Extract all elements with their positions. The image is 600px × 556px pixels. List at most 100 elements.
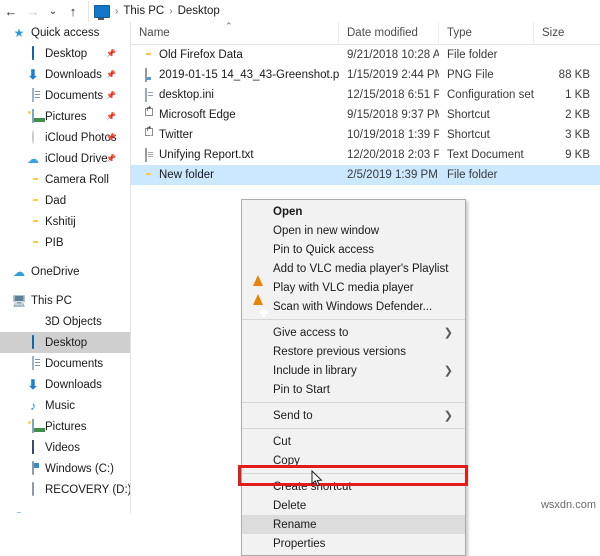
icon-wrap <box>139 105 153 122</box>
file-date-cell: 9/21/2018 10:28 A... <box>347 49 439 61</box>
sidebar-item-icloud-drive[interactable]: ☁ iCloud Drive 📌 <box>0 148 130 169</box>
column-header-type[interactable]: Type <box>439 22 534 44</box>
sidebar-item-videos[interactable]: Videos <box>0 437 130 458</box>
file-type-cell: File folder <box>447 49 498 61</box>
nav-group-spacer <box>0 500 130 508</box>
menu-item-copy[interactable]: Copy <box>242 451 465 470</box>
table-row[interactable]: New folder 2/5/2019 1:39 PM File folder <box>131 165 600 185</box>
vlc-cone-icon <box>252 262 263 286</box>
breadcrumb[interactable]: › This PC › Desktop <box>88 0 600 22</box>
chevron-right-icon: ❯ <box>443 365 453 377</box>
menu-item-rename[interactable]: Rename <box>242 515 465 534</box>
vlc-cone-icon <box>252 281 263 305</box>
sidebar-item-downloads[interactable]: ⬇ Downloads <box>0 374 130 395</box>
file-size-cell <box>534 165 594 185</box>
column-header-date-modified[interactable]: Date modified <box>339 22 439 44</box>
menu-item-create-shortcut[interactable]: Create shortcut <box>242 477 465 496</box>
documents-icon <box>32 88 34 102</box>
file-name-label: 2019-01-15 14_43_43-Greenshot.png <box>159 69 339 81</box>
file-size-cell: 1 KB <box>565 89 590 101</box>
sidebar-item-pictures[interactable]: Pictures 📌 <box>0 106 130 127</box>
sidebar-item-pib[interactable]: PIB <box>0 232 130 253</box>
sidebar-item-documents[interactable]: Documents <box>0 353 130 374</box>
file-name-cell: desktop.ini <box>131 85 339 105</box>
sidebar-item-desktop[interactable]: Desktop <box>0 332 130 353</box>
pin-icon[interactable]: 📌 <box>106 112 116 121</box>
sidebar-item-dad[interactable]: Dad <box>0 190 130 211</box>
pin-icon[interactable]: 📌 <box>106 154 116 163</box>
icon-wrap <box>26 173 40 187</box>
table-row[interactable]: Twitter 10/19/2018 1:39 PM Shortcut 3 KB <box>131 125 600 145</box>
column-header-name[interactable]: Name ⌃ <box>131 22 339 44</box>
pin-icon[interactable]: 📌 <box>106 70 116 79</box>
breadcrumb-item-desktop[interactable]: Desktop <box>176 5 222 17</box>
up-arrow-icon[interactable]: ↑ <box>62 1 84 21</box>
file-name-label: Microsoft Edge <box>159 109 236 121</box>
desktop-icon <box>32 335 34 349</box>
sidebar-item-label: iCloud Drive <box>45 152 108 165</box>
navigation-pane[interactable]: ★ Quick access Desktop 📌 ⬇ Downloads 📌 Document… <box>0 22 131 513</box>
menu-item-delete[interactable]: Delete <box>242 496 465 515</box>
menu-item-label: Give access to <box>273 326 349 339</box>
menu-item-pin-to-quick-access[interactable]: Pin to Quick access <box>242 240 465 259</box>
chevron-down-icon[interactable]: ⌄ <box>44 1 62 21</box>
pin-icon[interactable]: 📌 <box>106 49 116 58</box>
file-date-cell: 1/15/2019 2:44 PM <box>347 69 439 81</box>
ini-file-icon <box>145 88 147 102</box>
sidebar-item-camera-roll[interactable]: Camera Roll <box>0 169 130 190</box>
sidebar-item-this-pc[interactable]: 🖥 This PC <box>0 290 130 311</box>
menu-item-label: Pin to Quick access <box>273 243 374 256</box>
icon-wrap <box>26 46 40 61</box>
sidebar-item-quick-access[interactable]: ★ Quick access <box>0 22 130 43</box>
menu-item-cut[interactable]: Cut <box>242 432 465 451</box>
chevron-right-icon: ❯ <box>443 327 453 339</box>
menu-separator <box>242 402 465 403</box>
onedrive-icon: ☁ <box>13 264 25 279</box>
sidebar-item-downloads[interactable]: ⬇ Downloads 📌 <box>0 64 130 85</box>
sidebar-item-recovery-d[interactable]: RECOVERY (D:) <box>0 479 130 500</box>
menu-item-scan-with-windows-defender[interactable]: Scan with Windows Defender... <box>242 297 465 316</box>
breadcrumb-item-this-pc[interactable]: This PC <box>121 5 166 17</box>
sidebar-item-3d-objects[interactable]: 3D Objects <box>0 311 130 332</box>
sidebar-item-kshitij[interactable]: Kshitij <box>0 211 130 232</box>
file-name-cell: 2019-01-15 14_43_43-Greenshot.png <box>131 65 339 85</box>
back-arrow-icon[interactable]: ← <box>0 1 22 21</box>
menu-item-play-with-vlc-media-player[interactable]: Play with VLC media player <box>242 278 465 305</box>
menu-item-pin-to-start[interactable]: Pin to Start <box>242 380 465 399</box>
column-header-type-label: Type <box>447 27 472 39</box>
table-row[interactable]: Microsoft Edge 9/15/2018 9:37 PM Shortcut 2… <box>131 105 600 125</box>
menu-item-restore-previous-versions[interactable]: Restore previous versions <box>242 342 465 361</box>
table-row[interactable]: 2019-01-15 14_43_43-Greenshot.png 1/15/20… <box>131 65 600 85</box>
menu-item-open-in-new-window[interactable]: Open in new window <box>242 221 465 240</box>
icon-wrap <box>249 262 266 286</box>
forward-arrow-icon[interactable]: → <box>22 1 44 21</box>
column-header-size[interactable]: Size <box>534 22 600 44</box>
sidebar-item-label: Desktop <box>45 47 88 60</box>
context-menu[interactable]: Open Open in new window Pin to Quick acces… <box>241 199 466 556</box>
pin-icon[interactable]: 📌 <box>106 133 116 142</box>
sidebar-item-onedrive[interactable]: ☁ OneDrive <box>0 261 130 282</box>
table-row[interactable]: Old Firefox Data 9/21/2018 10:28 A... File… <box>131 45 600 65</box>
menu-item-label: Create shortcut <box>273 480 352 493</box>
menu-item-label: Rename <box>273 518 317 531</box>
sidebar-item-icloud-photos[interactable]: iCloud Photos 📌 <box>0 127 130 148</box>
sidebar-item-documents[interactable]: Documents 📌 <box>0 85 130 106</box>
pin-icon[interactable]: 📌 <box>106 91 116 100</box>
table-row[interactable]: desktop.ini 12/15/2018 6:51 PM Configurati… <box>131 85 600 105</box>
icon-wrap <box>26 88 40 103</box>
sidebar-item-windows-c[interactable]: Windows (C:) <box>0 458 130 479</box>
menu-item-add-to-vlc-media-player-s-playlist[interactable]: Add to VLC media player's Playlist <box>242 259 465 286</box>
icon-wrap: ⬇ <box>26 378 40 392</box>
menu-item-open[interactable]: Open <box>242 202 465 221</box>
sidebar-item-music[interactable]: ♪ Music <box>0 395 130 416</box>
menu-item-give-access-to[interactable]: Give access to ❯ <box>242 323 465 342</box>
watermark: wsxdn.com <box>540 499 596 511</box>
sidebar-item-desktop[interactable]: Desktop 📌 <box>0 43 130 64</box>
menu-item-send-to[interactable]: Send to ❯ <box>242 406 465 425</box>
table-row[interactable]: Unifying Report.txt 12/20/2018 2:03 PM Tex… <box>131 145 600 165</box>
menu-item-properties[interactable]: Properties <box>242 534 465 553</box>
menu-item-include-in-library[interactable]: Include in library ❯ <box>242 361 465 380</box>
sidebar-item-network[interactable]: 🖧Network <box>0 508 130 514</box>
sidebar-item-pictures[interactable]: Pictures <box>0 416 130 437</box>
menu-item-label: Include in library <box>273 364 357 377</box>
